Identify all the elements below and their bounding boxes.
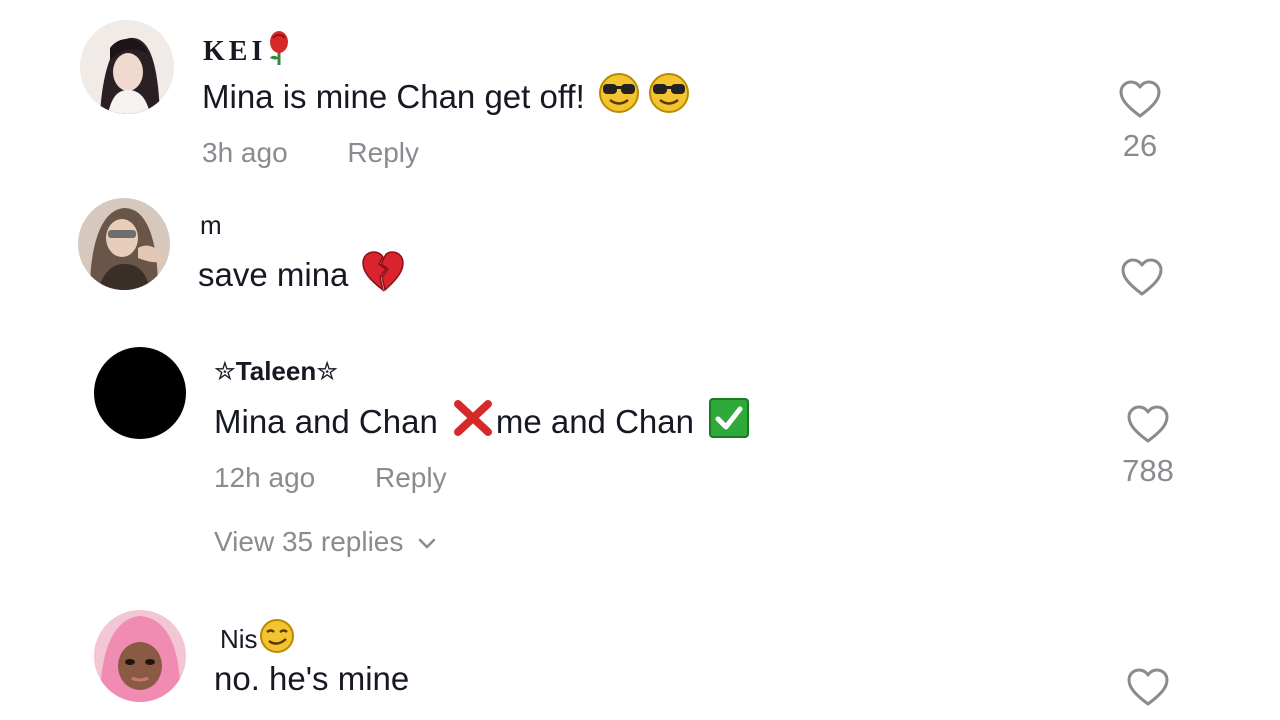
reply-button[interactable]: Reply xyxy=(347,137,419,168)
comment-time: 3h ago xyxy=(202,137,288,168)
star-icon: ✮ xyxy=(214,356,236,386)
sunglasses-face-icon xyxy=(597,72,641,122)
avatar[interactable] xyxy=(94,610,186,702)
cross-mark-icon xyxy=(452,398,494,446)
star-icon: ✮ xyxy=(316,356,339,386)
broken-heart-icon xyxy=(360,250,406,300)
username-text: KEI xyxy=(203,36,267,67)
like-button[interactable]: 788 xyxy=(1108,405,1188,489)
comment-username[interactable]: KEI xyxy=(203,30,290,74)
like-button[interactable] xyxy=(1108,668,1188,708)
avatar[interactable] xyxy=(78,198,170,290)
heart-outline-icon xyxy=(1119,80,1161,118)
heart-outline-icon xyxy=(1121,258,1163,296)
comment-meta: 12h ago Reply xyxy=(214,462,499,494)
avatar[interactable] xyxy=(80,20,174,114)
smirk-face-icon xyxy=(259,618,295,661)
view-replies-button[interactable]: View 35 replies xyxy=(214,526,437,558)
rose-icon xyxy=(268,30,290,74)
like-button[interactable] xyxy=(1102,258,1182,306)
like-button[interactable]: 26 xyxy=(1100,80,1180,164)
comment-username[interactable]: Nis xyxy=(220,618,295,661)
comment-meta: 3h ago Reply xyxy=(202,137,471,169)
comment-time: 12h ago xyxy=(214,462,316,493)
comment-text: save mina xyxy=(198,250,406,300)
reply-button[interactable]: Reply xyxy=(375,462,447,493)
heart-outline-icon xyxy=(1127,668,1169,706)
sunglasses-face-icon xyxy=(647,72,691,122)
comment-text: no. he's mine xyxy=(214,660,410,697)
comment-username[interactable]: m xyxy=(200,210,222,241)
like-count: 26 xyxy=(1122,128,1158,163)
comment-text: Mina is mine Chan get off! xyxy=(202,72,691,122)
avatar[interactable] xyxy=(94,347,186,439)
like-count: 788 xyxy=(1122,453,1174,488)
comment-username[interactable]: ✮Taleen✮ xyxy=(214,356,338,387)
check-mark-button-icon xyxy=(708,397,750,447)
chevron-down-icon xyxy=(417,526,437,558)
heart-outline-icon xyxy=(1127,405,1169,443)
comment-text: Mina and Chan me and Chan xyxy=(214,397,750,447)
